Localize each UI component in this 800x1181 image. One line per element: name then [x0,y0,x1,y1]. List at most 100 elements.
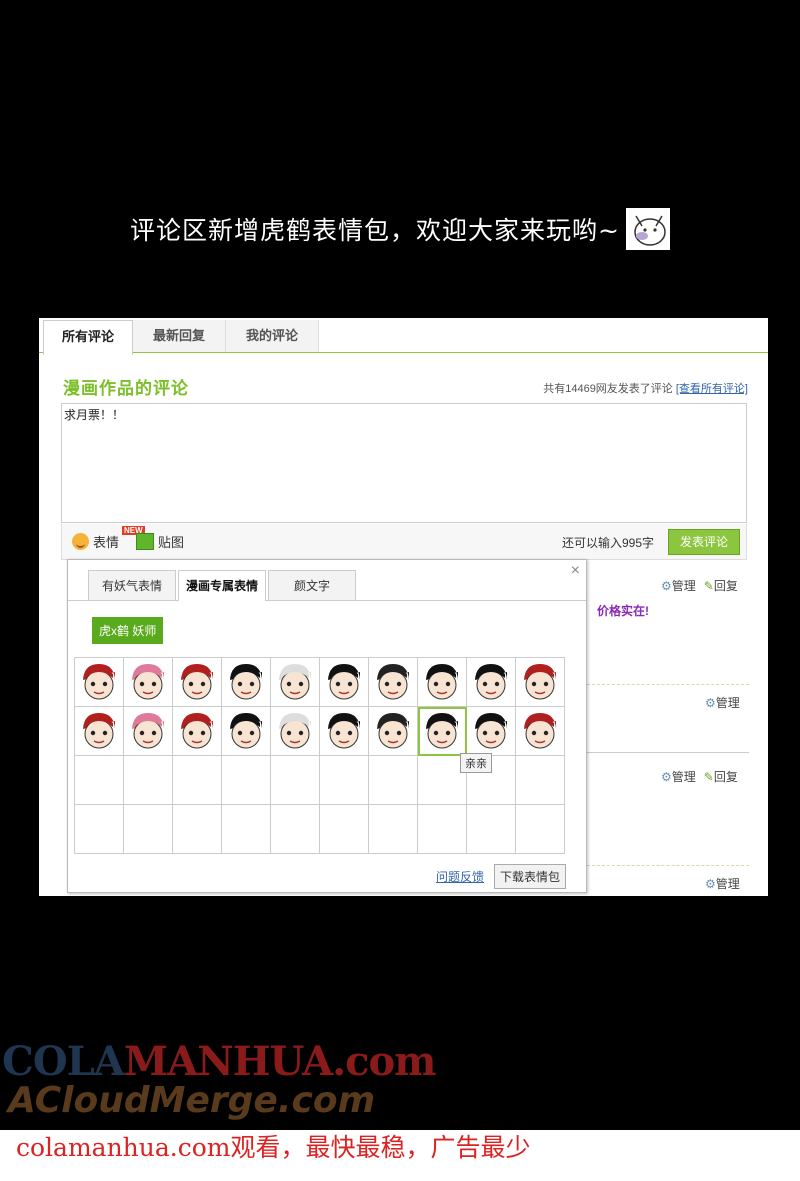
emoji-cell[interactable] [271,707,320,756]
empty-emoji-cell [124,805,173,854]
emoji-set-chip[interactable]: 虎x鹤 妖师 [92,617,164,644]
bottom-ad-text: colamanhua.com观看，最快最稳，广告最少 [16,1133,531,1162]
empty-emoji-cell [467,805,516,854]
emoji-cell[interactable] [418,658,467,707]
emoji-button[interactable]: 表情 NEW [72,526,145,551]
download-emoji-button[interactable]: 下载表情包 [494,864,567,889]
manage-button-2[interactable]: ⚙管理 [705,694,740,711]
divider [587,865,749,866]
emoji-cell[interactable] [75,658,124,707]
empty-emoji-cell [369,756,418,805]
comment-actions-1: ⚙管理 ✎回复 [661,577,738,594]
emoji-cell[interactable] [173,658,222,707]
comment-panel: 所有评论 最新回复 我的评论 漫画作品的评论 共有14469网友发表了评论 [查… [39,318,768,896]
comment-actions-4: ⚙管理 [705,875,740,892]
tab-default-emoji[interactable]: 有妖气表情 [88,570,176,600]
view-all-comments-link[interactable]: [查看所有评论] [676,383,748,395]
emoji-cell[interactable] [369,707,418,756]
empty-emoji-cell [320,805,369,854]
remaining-chars: 还可以输入995字 [561,536,654,550]
comment-snippet: 价格实在! [597,604,649,618]
chibi-face-icon [426,664,458,700]
comment-tabs: 所有评论 最新回复 我的评论 [39,318,768,355]
empty-emoji-cell [222,756,271,805]
reply-button-3[interactable]: ✎回复 [704,768,738,785]
empty-emoji-cell [516,805,565,854]
chibi-face-icon [475,664,507,700]
ghost-sticker-icon [625,208,670,250]
chibi-face-icon [132,664,164,700]
gear-icon: ⚙ [661,579,672,593]
tab-comic-emoji[interactable]: 漫画专属表情 [178,570,266,601]
post-comment-button[interactable]: 发表评论 [668,529,740,555]
emoji-cell[interactable] [173,707,222,756]
tab-my-comments[interactable]: 我的评论 [226,320,319,352]
chibi-face-icon [181,664,213,700]
empty-emoji-cell [75,756,124,805]
headline-text: 评论区新增虎鹤表情包，欢迎大家来玩哟~ [130,216,620,245]
chibi-face-icon [328,713,360,749]
emoji-panel: × 有妖气表情 漫画专属表情 颜文字 虎x鹤 妖师 亲亲 问题反馈 下载表情包 [67,559,587,893]
emoji-cell[interactable] [467,658,516,707]
reply-button-1[interactable]: ✎回复 [704,577,738,594]
emoji-cell[interactable] [271,658,320,707]
chibi-face-icon [279,713,311,749]
tab-latest-replies[interactable]: 最新回复 [133,320,226,352]
tab-kaomoji[interactable]: 颜文字 [268,570,356,600]
chibi-face-icon [475,713,507,749]
emoji-label: 表情 [93,535,120,550]
manage-button-1[interactable]: ⚙管理 [661,577,696,594]
empty-emoji-cell [320,756,369,805]
emoji-cell[interactable] [124,658,173,707]
chibi-face-icon [230,713,262,749]
chibi-face-icon [377,664,409,700]
manage-button-3[interactable]: ⚙管理 [661,768,696,785]
chibi-face-icon [132,713,164,749]
gear-icon: ⚙ [661,770,672,784]
chibi-face-icon [181,713,213,749]
emoji-cell[interactable] [369,658,418,707]
chibi-face-icon [230,664,262,700]
emoji-cell[interactable] [516,707,565,756]
feedback-link[interactable]: 问题反馈 [436,868,484,885]
section-title: 漫画作品的评论 [63,379,189,399]
empty-emoji-cell [75,805,124,854]
empty-emoji-cell [369,805,418,854]
emoji-cell[interactable] [222,658,271,707]
chibi-face-icon [524,664,556,700]
empty-emoji-cell [124,756,173,805]
manage-button-4[interactable]: ⚙管理 [705,875,740,892]
tab-all-comments[interactable]: 所有评论 [43,320,133,355]
chibi-face-icon [279,664,311,700]
empty-emoji-cell [222,805,271,854]
chibi-face-icon [524,713,556,749]
chibi-face-icon [83,713,115,749]
empty-emoji-cell [173,805,222,854]
emoji-cell[interactable] [516,658,565,707]
chibi-face-icon [426,713,458,749]
watermark-logo-2: ACloudMerge.com [8,1080,376,1121]
smile-icon [72,533,89,550]
sticker-button[interactable]: 贴图 [136,532,184,551]
chibi-face-icon [328,664,360,700]
emoji-cell[interactable] [75,707,124,756]
emoji-panel-tabs: 有妖气表情 漫画专属表情 颜文字 [68,570,586,601]
empty-emoji-cell [418,805,467,854]
emoji-cell[interactable] [467,707,516,756]
divider [587,684,749,685]
gear-icon: ⚙ [705,696,716,710]
close-icon[interactable]: × [571,562,580,580]
empty-emoji-cell [173,756,222,805]
comment-count: 共有14469网友发表了评论 [查看所有评论] [543,380,748,396]
empty-emoji-cell [516,756,565,805]
comment-actions-2: ⚙管理 [705,694,740,711]
pencil-icon: ✎ [703,770,714,784]
emoji-cell[interactable] [320,658,369,707]
emoji-cell[interactable] [320,707,369,756]
empty-emoji-cell [271,805,320,854]
emoji-cell[interactable] [124,707,173,756]
emoji-cell[interactable] [222,707,271,756]
gear-icon: ⚙ [705,877,716,891]
emoji-cell[interactable] [418,707,467,756]
comment-input[interactable]: 求月票！！ [61,403,747,523]
